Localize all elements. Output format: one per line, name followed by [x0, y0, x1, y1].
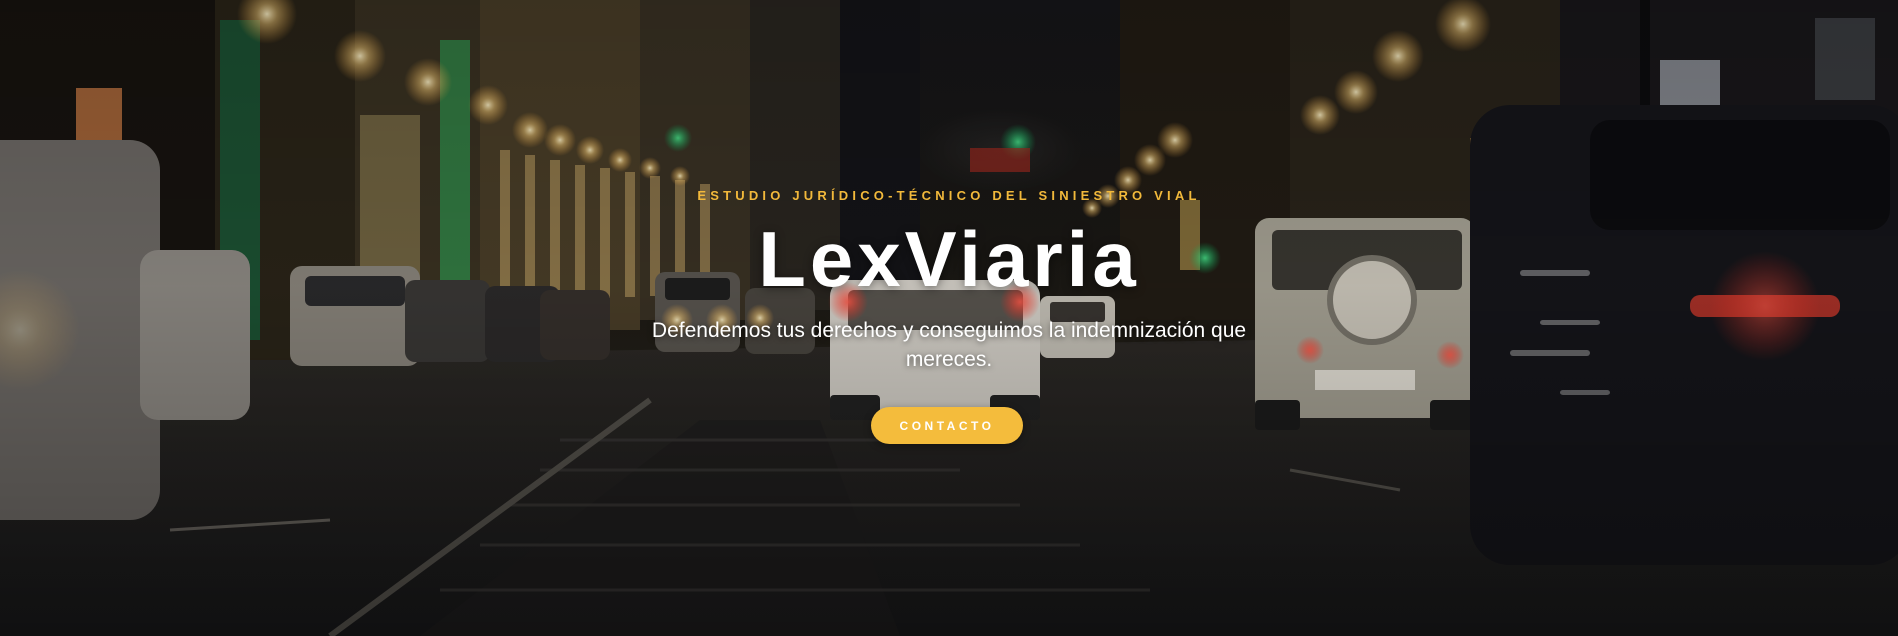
hero-eyebrow: ESTUDIO JURÍDICO-TÉCNICO DEL SINIESTRO V…: [697, 188, 1201, 203]
hero-content: ESTUDIO JURÍDICO-TÉCNICO DEL SINIESTRO V…: [0, 0, 1898, 636]
hero-subtitle: Defendemos tus derechos y conseguimos la…: [651, 319, 1247, 371]
hero-title: LexViaria: [758, 215, 1140, 303]
contact-button[interactable]: CONTACTO: [871, 407, 1023, 444]
hero-section: ESTUDIO JURÍDICO-TÉCNICO DEL SINIESTRO V…: [0, 0, 1898, 636]
